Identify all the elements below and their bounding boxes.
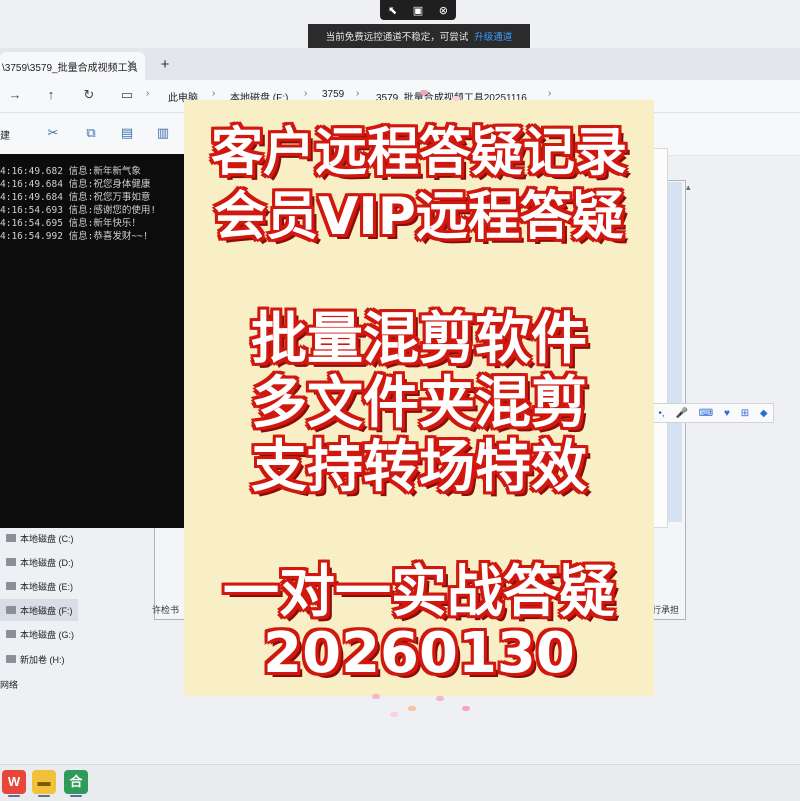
- keyboard-icon[interactable]: ⌨: [699, 408, 713, 419]
- chevron-right-icon: ›: [548, 88, 552, 99]
- drive-icon: [6, 630, 16, 638]
- upgrade-channel-link[interactable]: 升级通道: [474, 29, 512, 43]
- chevron-up-icon[interactable]: ▴: [686, 182, 698, 194]
- confetti-decoration: [436, 696, 444, 701]
- confetti-decoration: [452, 96, 460, 101]
- dialog-status-right: 行承担: [652, 605, 680, 615]
- console-line: 4:16:49.684 信息:祝您万事如意: [0, 192, 151, 203]
- sidebar-item-drive-h[interactable]: 新加卷 (H:): [0, 648, 78, 670]
- punctuation-icon[interactable]: •,: [658, 408, 664, 419]
- microphone-icon[interactable]: 🎤: [675, 408, 687, 419]
- confetti-decoration: [372, 694, 380, 699]
- confetti-decoration: [408, 706, 416, 711]
- confetti-decoration: [462, 706, 470, 711]
- wps-icon[interactable]: W: [2, 770, 26, 794]
- refresh-icon[interactable]: ↻: [80, 86, 98, 104]
- new-button[interactable]: 建: [0, 127, 10, 142]
- remote-notice: 当前免费远控通道不稳定，可尝试 升级通道: [308, 24, 530, 48]
- ime-toolbar: •, 🎤 ⌨ ♥ ⊞ ◆: [652, 403, 774, 423]
- drive-icon: [6, 558, 16, 566]
- sidebar-item-label: 本地磁盘 (C:): [20, 533, 74, 544]
- up-icon[interactable]: ↑: [42, 86, 60, 104]
- poster-service-line: 一对一实战答疑: [223, 560, 615, 625]
- tab-title: \3759\3579_批量合成视频工具: [2, 62, 138, 74]
- tab-close-icon[interactable]: ✕: [124, 58, 138, 72]
- console-line: 4:16:54.693 信息:感谢您的使用!: [0, 205, 157, 216]
- drive-icon: [6, 582, 16, 590]
- forward-icon[interactable]: →: [6, 86, 24, 104]
- console-line: 4:16:54.695 信息:新年快乐！: [0, 218, 141, 229]
- console-line: 4:16:54.992 信息:恭喜发财~~!: [0, 231, 149, 242]
- merge-tool-icon[interactable]: 合: [64, 770, 88, 794]
- poster-title-line2: 会员VIP远程答疑: [214, 187, 624, 247]
- poster-title-line1: 客户远程答疑记录: [210, 123, 627, 183]
- notice-text: 当前免费远控通道不稳定，可尝试: [325, 32, 469, 43]
- drive-icon: [6, 606, 16, 614]
- chevron-right-icon: ›: [146, 88, 150, 99]
- poster-feature-line3: 支持转场特效: [251, 435, 587, 500]
- screen-icon[interactable]: ▣: [410, 4, 426, 17]
- sidebar-item-drive-d[interactable]: 本地磁盘 (D:): [0, 551, 78, 573]
- paste-icon[interactable]: ▤: [118, 124, 136, 142]
- tools-icon[interactable]: ◆: [760, 408, 768, 419]
- computer-icon: ▭: [120, 87, 134, 102]
- poster-feature-line1: 批量混剪软件: [251, 307, 587, 372]
- drive-icon: [6, 655, 16, 663]
- running-indicator: [38, 795, 50, 797]
- sidebar-item-label: 本地磁盘 (F:): [20, 605, 73, 616]
- pointer-icon[interactable]: ⬉: [385, 4, 401, 17]
- copy-icon[interactable]: ⧉: [82, 124, 100, 142]
- sidebar-item-label: 本地磁盘 (G:): [20, 629, 74, 640]
- confetti-decoration: [390, 712, 398, 717]
- poster-date-line: 20260130: [263, 621, 575, 686]
- new-tab-icon[interactable]: +: [156, 56, 174, 74]
- sidebar-item-drive-e[interactable]: 本地磁盘 (E:): [0, 575, 78, 597]
- sidebar-item-label: 本地磁盘 (D:): [20, 557, 74, 568]
- skin-icon[interactable]: ♥: [724, 408, 730, 419]
- chevron-right-icon: ›: [212, 88, 216, 99]
- dialog-status-left: 许检书: [152, 605, 180, 615]
- running-indicator: [70, 795, 82, 797]
- sidebar-item-label: 网络: [0, 679, 19, 690]
- sidebar-item-drive-f[interactable]: 本地磁盘 (F:): [0, 599, 78, 621]
- grid-icon[interactable]: ⊞: [741, 408, 749, 419]
- dialog-scrollbar[interactable]: [668, 182, 682, 522]
- sidebar-item-drive-c[interactable]: 本地磁盘 (C:): [0, 527, 78, 549]
- cut-icon[interactable]: ✂: [44, 124, 62, 142]
- sidebar-item-label: 本地磁盘 (E:): [20, 581, 73, 592]
- sidebar-item-label: 新加卷 (H:): [20, 654, 65, 665]
- sidebar-item-network[interactable]: 网络: [0, 673, 78, 695]
- confetti-decoration: [420, 90, 428, 95]
- close-icon[interactable]: ⊗: [435, 4, 451, 17]
- rename-icon[interactable]: ▥: [154, 124, 172, 142]
- taskbar: [0, 764, 800, 801]
- console-line: 4:16:49.682 信息:新年新气象: [0, 166, 141, 177]
- chevron-right-icon: ›: [304, 88, 308, 99]
- poster-feature-line2: 多文件夹混剪: [251, 371, 587, 436]
- console-line: 4:16:49.684 信息:祝您身体健康: [0, 179, 151, 190]
- chevron-right-icon: ›: [356, 88, 360, 99]
- drive-icon: [6, 534, 16, 542]
- sidebar-item-drive-g[interactable]: 本地磁盘 (G:): [0, 623, 78, 645]
- breadcrumb-3759[interactable]: 3759: [322, 89, 344, 100]
- merge-tool-label: 合: [69, 774, 83, 789]
- running-indicator: [8, 795, 20, 797]
- folder-icon[interactable]: ▬: [32, 770, 56, 794]
- remote-toolbar: ⬉ ▣ ⊗: [380, 0, 456, 20]
